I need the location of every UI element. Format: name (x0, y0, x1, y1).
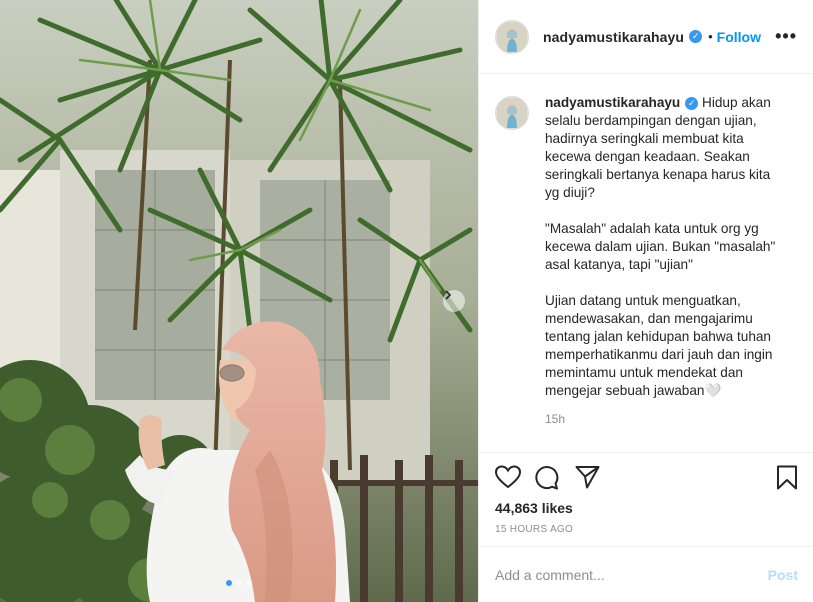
post-photo[interactable] (0, 0, 478, 602)
follow-button[interactable]: Follow (717, 29, 761, 45)
post-sidebar: nadyamustikarahayu ✓ • Follow ••• nadyam… (478, 0, 813, 602)
verified-badge-icon: ✓ (689, 30, 703, 43)
chevron-right-icon (445, 290, 452, 300)
comment-icon (535, 466, 559, 490)
photo-illustration (0, 0, 478, 602)
post-header: nadyamustikarahayu ✓ • Follow ••• (479, 0, 813, 74)
carousel-dot (226, 580, 232, 586)
caption-timestamp[interactable]: 15h (545, 412, 798, 426)
caption-avatar[interactable] (495, 96, 529, 130)
more-options-button[interactable]: ••• (775, 27, 797, 45)
caption-row: nadyamustikarahayu ✓ Hidup akan selalu be… (495, 94, 798, 400)
like-count[interactable]: 44,863 likes (495, 500, 573, 516)
separator-dot: • (708, 29, 713, 44)
caption-paragraph: Hidup akan selalu berdampingan dengan uj… (545, 95, 771, 200)
avatar[interactable] (495, 19, 529, 54)
post-caption: nadyamustikarahayu ✓ Hidup akan selalu be… (545, 94, 781, 400)
add-comment-bar: Post (479, 546, 813, 602)
comments-section: nadyamustikarahayu ✓ Hidup akan selalu be… (479, 74, 813, 452)
caption-paragraph: Ujian datang untuk menguatkan, mendewasa… (545, 293, 773, 398)
post-actions: 44,863 likes 15 HOURS AGO (479, 452, 813, 545)
carousel-dot (236, 580, 242, 586)
bookmark-icon (777, 465, 797, 490)
action-icons-row (494, 465, 798, 494)
more-dots-icon: ••• (775, 26, 797, 46)
heart-icon (494, 465, 522, 489)
save-button[interactable] (776, 465, 798, 495)
carousel-dot (246, 580, 252, 586)
comment-button[interactable] (534, 465, 559, 495)
share-button[interactable] (575, 465, 600, 494)
paper-plane-icon (575, 466, 600, 489)
like-button[interactable] (494, 465, 522, 494)
post-author-username[interactable]: nadyamustikarahayu (543, 29, 684, 45)
carousel-indicator (0, 580, 478, 586)
carousel-next-button[interactable] (443, 290, 465, 312)
avatar-image (497, 98, 527, 128)
post-comment-button[interactable]: Post (768, 567, 798, 583)
avatar-image (497, 21, 527, 52)
caption-paragraph: "Masalah" adalah kata untuk org yg kecew… (545, 221, 776, 272)
post-timestamp[interactable]: 15 HOURS AGO (495, 524, 573, 535)
verified-badge-icon: ✓ (685, 97, 699, 110)
caption-username[interactable]: nadyamustikarahayu (545, 95, 680, 110)
comment-input[interactable] (495, 566, 768, 583)
